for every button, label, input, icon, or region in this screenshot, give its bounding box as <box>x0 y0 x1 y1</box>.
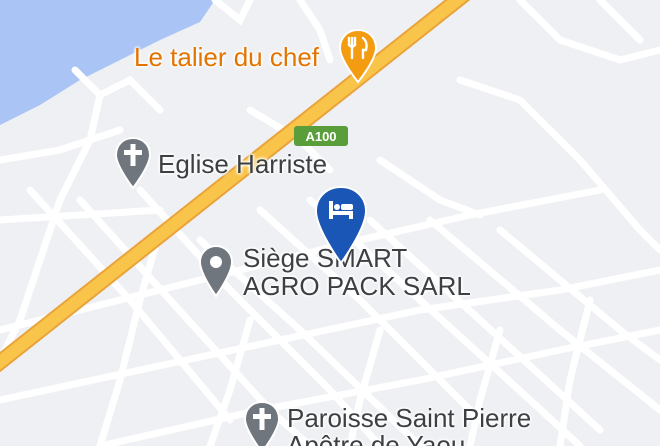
road-shield-label: A100 <box>305 129 336 144</box>
fork-knife-icon <box>338 28 378 84</box>
parish-label-line1[interactable]: Paroisse Saint Pierre <box>287 404 531 432</box>
bed-icon <box>314 185 368 265</box>
hotel-marker[interactable] <box>314 185 368 270</box>
road-shield-a100: A100 <box>294 126 348 146</box>
office-poi[interactable] <box>198 244 234 303</box>
parish-poi[interactable] <box>243 400 281 446</box>
cross-icon <box>114 136 152 190</box>
place-pin-icon <box>198 244 234 298</box>
map-canvas[interactable]: A100 Le talier du chef Eglise Harriste S… <box>0 0 660 446</box>
office-label-line2[interactable]: AGRO PACK SARL <box>243 272 471 300</box>
restaurant-label[interactable]: Le talier du chef <box>134 43 319 71</box>
parish-label-line2[interactable]: Apôtre de Yaou <box>287 431 465 446</box>
cross-icon <box>243 400 281 446</box>
restaurant-poi[interactable] <box>338 28 378 89</box>
church-label[interactable]: Eglise Harriste <box>158 150 327 178</box>
church-poi[interactable] <box>114 136 152 195</box>
